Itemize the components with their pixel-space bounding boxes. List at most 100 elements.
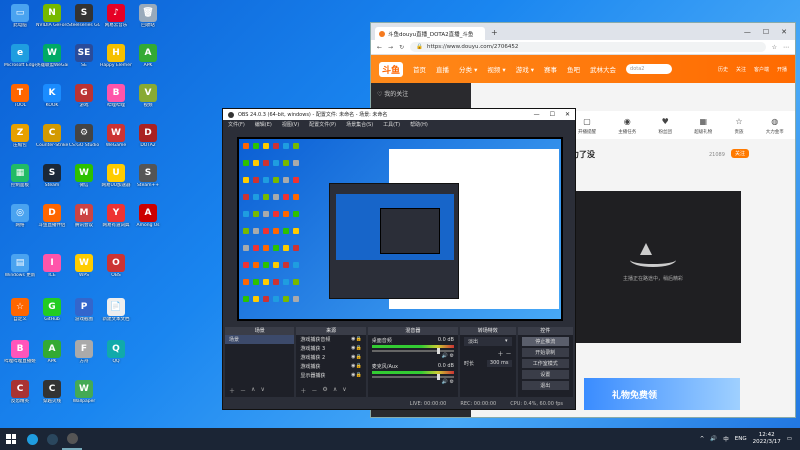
- desktop-icon[interactable]: C 反恐精英: [4, 380, 36, 404]
- desktop-icon[interactable]: C 穿越火线: [36, 380, 68, 404]
- gear-icon[interactable]: ⚙: [448, 379, 454, 385]
- obs-menu-item[interactable]: 工具(T): [383, 121, 400, 128]
- notification-icon[interactable]: ▭: [787, 436, 792, 442]
- url-input[interactable]: 🔒 https://www.douyu.com/2706452: [410, 42, 766, 52]
- desktop-icon[interactable]: ♪ 网易云音乐: [100, 4, 132, 28]
- star-icon[interactable]: ☆: [772, 44, 777, 51]
- desktop-icon[interactable]: Y 网易有道词典: [100, 204, 132, 228]
- source-settings-icon[interactable]: ⚙: [322, 386, 327, 395]
- lock-icon[interactable]: 🔒: [356, 372, 362, 378]
- control-button[interactable]: 开始录制: [521, 348, 570, 357]
- desktop-icon[interactable]: S Steam++: [132, 164, 164, 188]
- control-button[interactable]: 退出: [521, 381, 570, 390]
- lock-icon[interactable]: 🔒: [356, 345, 362, 351]
- lock-icon[interactable]: 🔒: [356, 363, 362, 369]
- start-button[interactable]: [0, 428, 22, 450]
- source-item[interactable]: 显示器捕获 ◉🔒: [296, 371, 365, 380]
- refresh-icon[interactable]: ↻: [399, 44, 404, 51]
- desktop-icon[interactable]: G GitHub: [36, 298, 68, 322]
- obs-menu-item[interactable]: 编辑(E): [255, 121, 272, 128]
- desktop-icon[interactable]: G 游戏: [68, 84, 100, 108]
- nav-right-item[interactable]: 关注: [736, 66, 746, 73]
- ad-banner[interactable]: 礼物免费领: [584, 378, 740, 410]
- nav-right-item[interactable]: 历史: [718, 66, 728, 73]
- source-item[interactable]: 游戏捕获 2 ◉🔒: [296, 353, 365, 362]
- control-button[interactable]: 工作室模式: [521, 359, 570, 368]
- desktop-icon[interactable]: Q QQ: [100, 340, 132, 364]
- back-icon[interactable]: ←: [377, 44, 382, 51]
- nav-item[interactable]: 武林大会: [590, 64, 616, 74]
- desktop-icon[interactable]: V 视频: [132, 84, 164, 108]
- nav-item[interactable]: 游戏 ▾: [516, 64, 534, 74]
- minimize-button[interactable]: —: [744, 28, 751, 36]
- desktop-icon[interactable]: A APK: [132, 44, 164, 68]
- remove-scene-button[interactable]: －: [240, 386, 246, 395]
- close-button[interactable]: ✕: [781, 28, 787, 36]
- obs-close-button[interactable]: ✕: [565, 111, 570, 118]
- nav-item[interactable]: 直播: [436, 64, 449, 74]
- desktop-icon[interactable]: 📄 新建文本文档: [100, 298, 132, 322]
- new-tab-button[interactable]: +: [491, 28, 498, 37]
- desktop-icon[interactable]: I ICE: [36, 254, 68, 278]
- duration-input[interactable]: 300 ms: [486, 360, 512, 367]
- desktop-icon[interactable]: M 腾讯会议: [68, 204, 100, 228]
- add-transition-button[interactable]: ＋: [498, 351, 504, 358]
- desktop-icon[interactable]: 🗑 回收站: [132, 4, 164, 28]
- desktop-icon[interactable]: K KOOK: [36, 84, 68, 108]
- maximize-button[interactable]: ☐: [763, 28, 769, 36]
- obs-menu-item[interactable]: 视图(V): [282, 121, 299, 128]
- desktop-icon[interactable]: B 哔哩哔哩直播姬: [4, 340, 36, 364]
- room-stat[interactable]: ♥ 粉丝团: [659, 111, 673, 139]
- volume-slider[interactable]: [371, 374, 454, 380]
- obs-menu-item[interactable]: 帮助(H): [410, 121, 428, 128]
- douyu-logo[interactable]: 斗鱼: [379, 61, 404, 77]
- tray-icon[interactable]: ENG: [735, 436, 747, 442]
- room-stat[interactable]: ▢ 开播提醒: [578, 111, 596, 139]
- desktop-icon[interactable]: W Wallpaper: [68, 380, 100, 404]
- nav-right-item[interactable]: 客户端: [754, 66, 769, 73]
- room-stat[interactable]: ◉ 主播任务: [618, 111, 636, 139]
- nav-right-item[interactable]: 开播: [777, 66, 787, 73]
- obs-preview[interactable]: [237, 137, 563, 321]
- obs-minimize-button[interactable]: —: [534, 111, 540, 118]
- obs-menu-item[interactable]: 场景集合(S): [346, 121, 373, 128]
- obs-menu-item[interactable]: 文件(F): [228, 121, 245, 128]
- volume-slider[interactable]: [371, 348, 454, 354]
- desktop-icon[interactable]: W WeGame: [100, 124, 132, 148]
- gear-icon[interactable]: ⚙: [448, 353, 454, 359]
- tray-icon[interactable]: ^: [700, 436, 705, 442]
- lock-icon[interactable]: 🔒: [356, 336, 362, 342]
- control-button[interactable]: 停止推流: [521, 337, 570, 346]
- room-stat[interactable]: ☆ 贵族: [735, 111, 744, 139]
- desktop-icon[interactable]: U 网易UU加速器: [100, 164, 132, 188]
- source-item[interactable]: 游戏捕获 ◉🔒: [296, 362, 365, 371]
- room-stat[interactable]: ▦ 超级礼物: [694, 111, 712, 139]
- desktop-icon[interactable]: ☆ 自定义: [4, 298, 36, 322]
- browser-tab[interactable]: 斗鱼douyu直播_DOTA2直播_斗鱼: [375, 27, 485, 40]
- desktop-icon[interactable]: O OBS: [100, 254, 132, 278]
- desktop-icon[interactable]: ▭ 此电脑: [4, 4, 36, 28]
- desktop-icon[interactable]: A APK: [36, 340, 68, 364]
- clock[interactable]: 12:42 2022/3/17: [753, 432, 781, 446]
- control-button[interactable]: 设置: [521, 370, 570, 379]
- scene-item[interactable]: 场景: [225, 335, 295, 344]
- taskbar-app[interactable]: [22, 428, 42, 450]
- nav-item[interactable]: 首页: [413, 64, 426, 74]
- source-item[interactable]: 游戏捕获 3 ◉🔒: [296, 344, 365, 353]
- room-stat[interactable]: ◍ 大力金币: [766, 111, 784, 139]
- nav-item[interactable]: 鱼吧: [567, 64, 580, 74]
- desktop-icon[interactable]: F 方舟: [68, 340, 100, 364]
- taskbar-app[interactable]: [42, 428, 62, 450]
- tray-icon[interactable]: 🔊: [710, 436, 717, 442]
- follow-button[interactable]: 关注: [731, 149, 750, 158]
- desktop-icon[interactable]: S Steam: [36, 164, 68, 188]
- desktop-icon[interactable]: ⚙ CS:GO Studio: [68, 124, 100, 148]
- obs-menu-item[interactable]: 配置文件(P): [309, 121, 336, 128]
- nav-item[interactable]: 赛事: [544, 64, 557, 74]
- video-player[interactable]: 主播正在路途中，稍后精彩: [565, 191, 741, 343]
- source-up-button[interactable]: ∧: [333, 386, 337, 395]
- volume-slider-handle[interactable]: [436, 348, 440, 354]
- desktop-icon[interactable]: S Steelseries GG: [68, 4, 100, 28]
- add-source-button[interactable]: ＋: [300, 386, 306, 395]
- desktop-icon[interactable]: A Among Us: [132, 204, 164, 228]
